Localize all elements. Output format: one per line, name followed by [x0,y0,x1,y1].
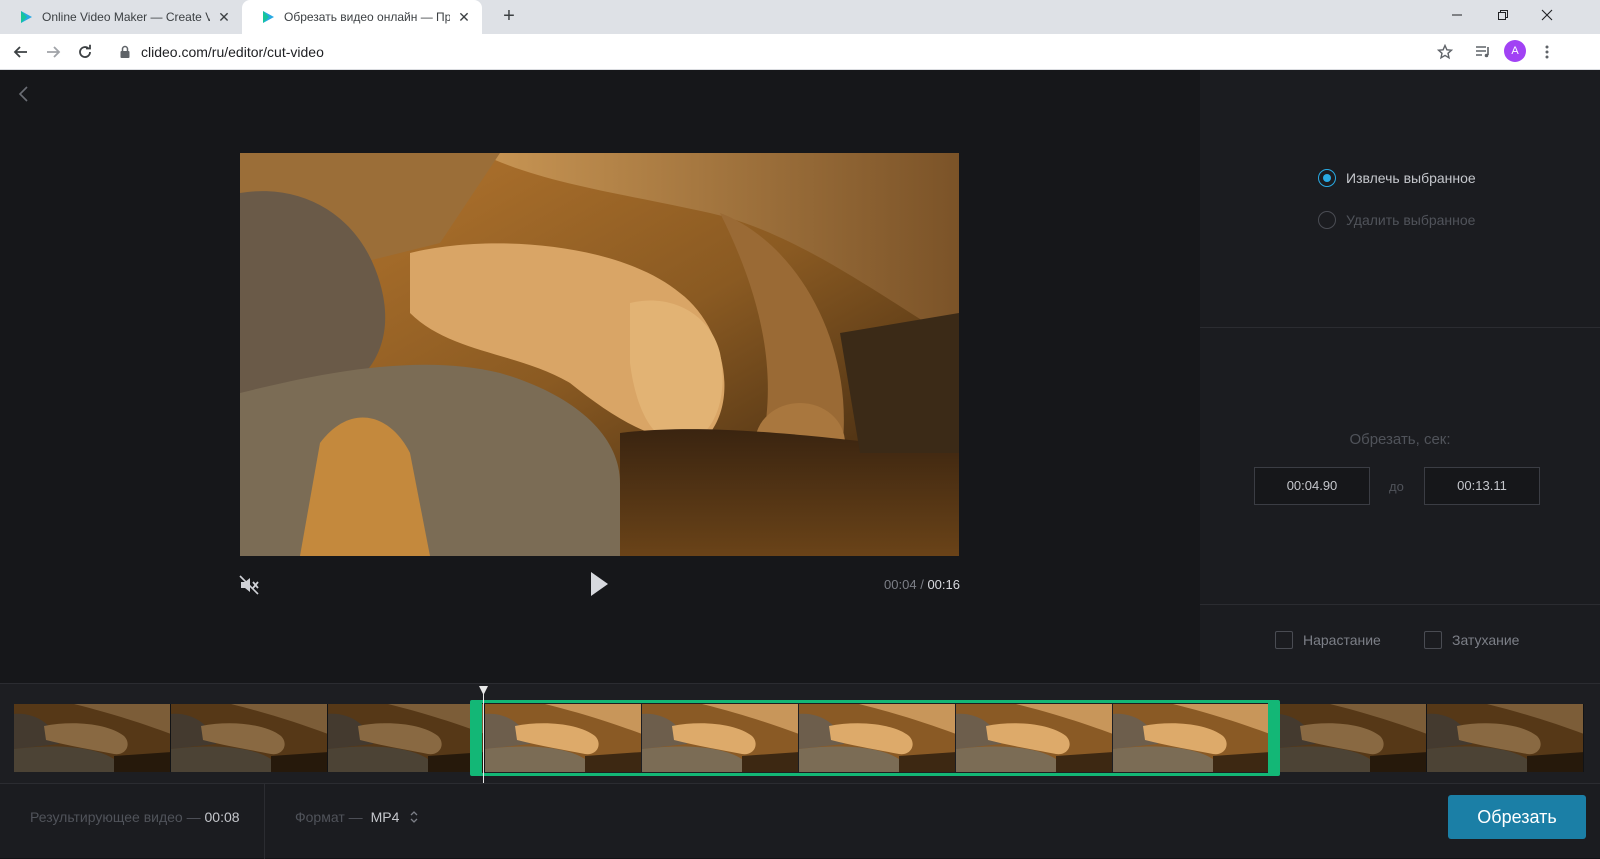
radio-button[interactable] [1318,211,1336,229]
tab-close-icon[interactable]: ✕ [216,9,232,25]
trim-start-input[interactable]: 00:04.90 [1254,467,1370,505]
checkbox-box[interactable] [1424,631,1442,649]
restore-icon[interactable] [1480,0,1526,30]
format-label: Формат — [295,809,363,825]
media-queue-icon[interactable] [1472,41,1494,63]
time-separator: / [920,577,924,592]
bottom-bar: Результирующее видео — 00:08 Формат — MP… [0,783,1600,859]
browser-tab-cut-video[interactable]: Обрезать видео онлайн — Про ✕ [242,0,482,34]
back-chevron-icon[interactable] [14,84,34,104]
window-close-icon[interactable] [1524,0,1570,30]
fade-in-checkbox[interactable]: Нарастание [1275,631,1381,649]
address-bar[interactable]: clideo.com/ru/editor/cut-video [110,38,1490,66]
selection-range[interactable] [470,700,1280,776]
radio-delete-selected[interactable]: Удалить выбранное [1318,211,1475,229]
bookmark-star-icon[interactable] [1434,41,1456,63]
lioness-video-frame [240,153,959,556]
format-select[interactable]: Формат — MP4 [295,809,419,825]
timeline-frame [1427,704,1584,772]
back-icon[interactable] [10,41,32,63]
profile-avatar[interactable]: A [1504,40,1526,62]
checkbox-label: Затухание [1452,632,1520,648]
playback-time: 00:04 / 00:16 [860,577,960,592]
result-label: Результирующее видео — [30,809,201,825]
mute-speaker-icon[interactable] [237,573,261,597]
browser-tab-video-maker[interactable]: Online Video Maker — Create Vid ✕ [0,0,242,34]
mode-section: Извлечь выбранное Удалить выбранное [1200,70,1600,328]
clideo-logo-icon [21,11,32,23]
divider [264,784,265,859]
tab-close-icon[interactable]: ✕ [456,9,472,25]
checkbox-label: Нарастание [1303,632,1381,648]
result-duration: Результирующее видео — 00:08 [30,809,240,825]
format-value[interactable]: MP4 [371,809,400,825]
trim-section: Обрезать, сек: 00:04.90 до 00:13.11 [1200,329,1600,605]
trim-end-input[interactable]: 00:13.11 [1424,467,1540,505]
new-tab-plus-icon[interactable]: + [498,6,520,28]
to-label: до [1389,479,1404,494]
video-preview[interactable] [240,153,959,556]
current-time: 00:04 [884,577,917,592]
tab-title: Обрезать видео онлайн — Про [284,10,450,24]
play-icon[interactable] [587,570,611,598]
browser-menu-icon[interactable] [1536,41,1558,63]
clideo-logo-icon [263,11,274,23]
browser-tab-strip: Online Video Maker — Create Vid ✕ Обреза… [0,0,1600,34]
timeline-frame [328,704,485,772]
url-text: clideo.com/ru/editor/cut-video [141,44,324,60]
reload-icon[interactable] [74,41,96,63]
result-value: 00:08 [204,809,240,825]
radio-label: Извлечь выбранное [1346,170,1476,186]
playhead-handle-icon[interactable] [479,686,488,695]
timeline[interactable] [0,683,1600,784]
timeline-frame [171,704,328,772]
browser-toolbar: clideo.com/ru/editor/cut-video [0,34,1600,70]
lock-icon [120,45,130,58]
timeline-frame [14,704,171,772]
radio-extract-selected[interactable]: Извлечь выбранное [1318,169,1476,187]
playhead[interactable] [483,688,484,784]
timeline-frame [1270,704,1427,772]
tab-title: Online Video Maker — Create Vid [42,10,210,24]
settings-panel: Извлечь выбранное Удалить выбранное Обре… [1200,70,1600,683]
effects-section: Нарастание Затухание [1200,606,1600,683]
radio-button[interactable] [1318,169,1336,187]
sort-arrows-icon[interactable] [409,810,419,824]
minimize-icon[interactable] [1434,0,1480,30]
radio-label: Удалить выбранное [1346,212,1476,228]
fade-out-checkbox[interactable]: Затухание [1424,631,1519,649]
trim-label: Обрезать, сек: [1349,431,1451,448]
forward-icon[interactable] [42,41,64,63]
checkbox-box[interactable] [1275,631,1293,649]
total-time: 00:16 [927,577,960,592]
cut-button[interactable]: Обрезать [1448,795,1586,839]
cut-video-editor: 00:04 / 00:16 Извлечь выбранное Удалить … [0,70,1600,859]
video-stage: 00:04 / 00:16 [0,70,1200,683]
